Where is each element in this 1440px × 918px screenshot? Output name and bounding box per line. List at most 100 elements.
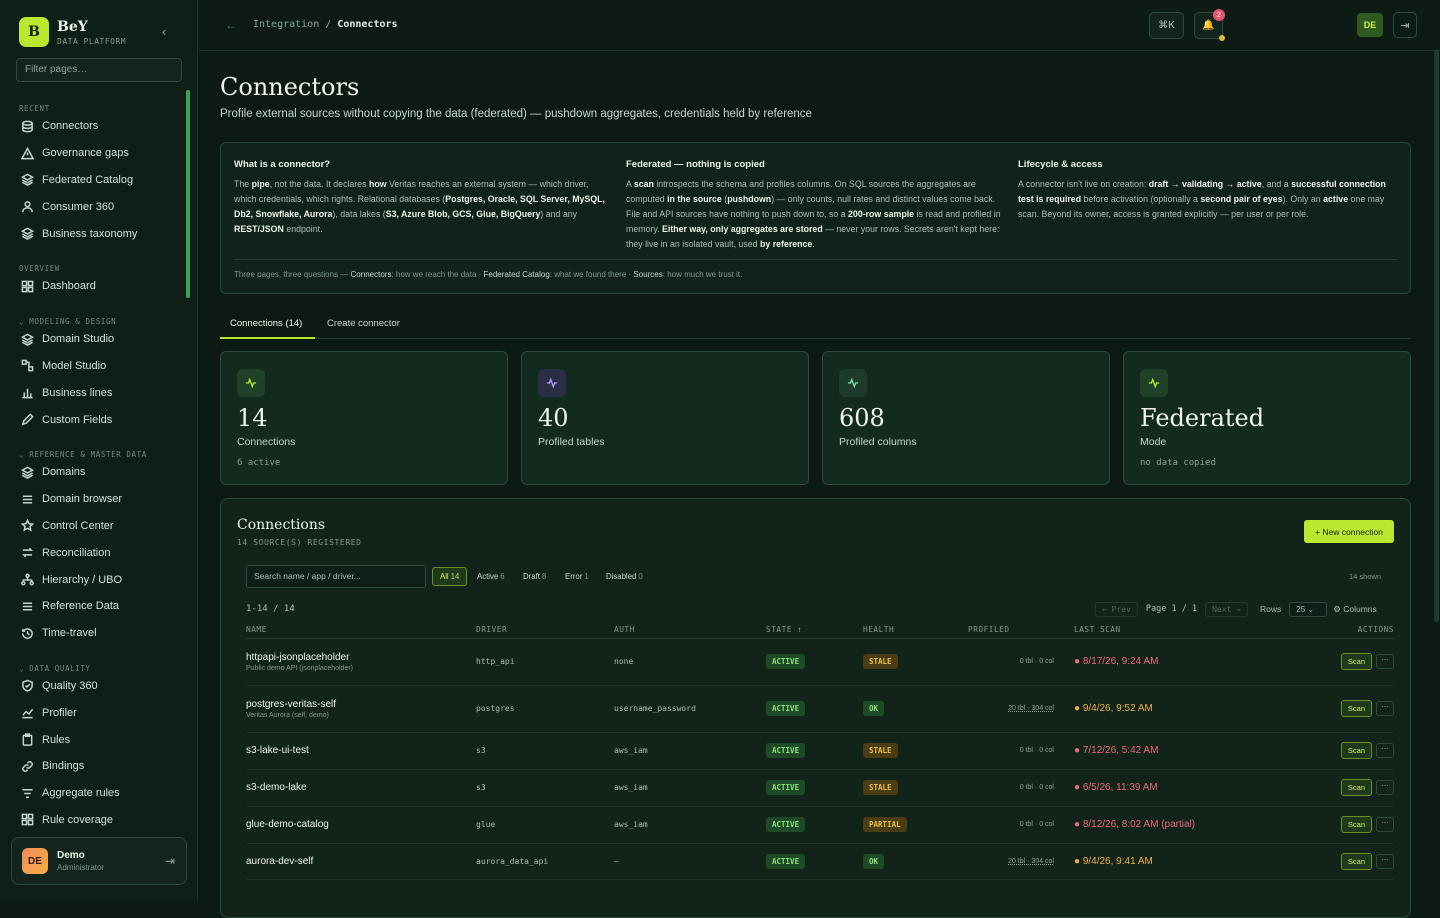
table-row[interactable]: aurora-dev-self aurora_data_api — ACTIVE… <box>246 843 1394 880</box>
star-icon <box>20 519 34 533</box>
column-header[interactable]: PROFILED <box>968 622 1074 639</box>
sidebar-item-federated-catalog[interactable]: Federated Catalog <box>0 167 186 194</box>
column-header[interactable]: LAST SCAN <box>1074 622 1290 639</box>
more-options-icon[interactable]: ··· <box>1376 817 1394 833</box>
table-row[interactable]: glue-demo-catalog glue aws_iam ACTIVE PA… <box>246 806 1394 844</box>
table-row[interactable]: s3-demo-lake s3 aws_iam ACTIVE STALE 0 t… <box>246 769 1394 807</box>
sidebar-item-rule-coverage[interactable]: Rule coverage <box>0 807 186 834</box>
breadcrumb-parent[interactable]: Integration <box>253 19 319 30</box>
user-card[interactable]: DE Demo Administrator ⇥ <box>11 837 187 885</box>
column-header[interactable]: DRIVER <box>476 622 614 639</box>
search-input[interactable]: Search name / app / driver... <box>246 565 426 588</box>
new-connection-button[interactable]: + New connection <box>1304 520 1394 543</box>
rows-select[interactable]: 25 ⌄ <box>1289 601 1328 617</box>
sidebar-item-hierarchy-ubo[interactable]: Hierarchy / UBO <box>0 566 186 593</box>
sidebar-item-label: Reconciliation <box>42 546 111 559</box>
bell-icon: 🔔 <box>1202 20 1215 31</box>
sidebar-section-label[interactable]: ⌄ DATA QUALITY <box>0 655 186 673</box>
sidebar-item-business-taxonomy[interactable]: Business taxonomy <box>0 220 186 247</box>
sidebar-item-aggregate-rules[interactable]: Aggregate rules <box>0 780 186 807</box>
filter-chip-all[interactable]: All 14 <box>432 567 468 586</box>
more-options-icon[interactable]: ··· <box>1376 701 1394 717</box>
sidebar-item-reconciliation[interactable]: Reconciliation <box>0 539 186 566</box>
health-badge: OK <box>863 701 885 716</box>
scan-button[interactable]: Scan <box>1340 816 1372 833</box>
filter-pages-input[interactable]: Filter pages… <box>16 58 182 82</box>
filter-chip-error[interactable]: Error 1 <box>558 567 596 586</box>
sidebar-item-time-travel[interactable]: Time-travel <box>0 620 186 647</box>
sidebar-item-connectors[interactable]: Connectors <box>0 113 186 140</box>
sidebar-section-label[interactable]: ⌄ REFERENCE & MASTER DATA <box>0 441 186 459</box>
scan-button[interactable]: Scan <box>1340 779 1372 796</box>
sidebar-item-reference-data[interactable]: Reference Data <box>0 593 186 620</box>
sidebar-item-rules[interactable]: Rules <box>0 726 186 753</box>
sidebar-item-dashboard[interactable]: Dashboard <box>0 273 186 300</box>
table-row[interactable]: postgres-veritas-self Veritas Aurora (sel… <box>246 685 1394 733</box>
last-scan-cell: ● 8/17/26, 9:24 AM <box>1074 638 1290 686</box>
main-scrollbar[interactable] <box>1434 50 1439 622</box>
more-options-icon[interactable]: ··· <box>1376 853 1394 869</box>
sidebar-item-business-lines[interactable]: Business lines <box>0 379 186 406</box>
connection-name-cell[interactable]: aurora-dev-self <box>246 843 476 880</box>
page-title: Connectors <box>220 73 360 101</box>
notification-count-badge: 2 <box>1213 9 1225 21</box>
sidebar-item-quality-360[interactable]: Quality 360 <box>0 673 186 700</box>
sidebar-item-domains[interactable]: Domains <box>0 459 186 486</box>
stat-value: 608 <box>839 404 885 432</box>
user-avatar-button[interactable]: DE <box>1357 13 1383 37</box>
brand-name: BeY <box>57 18 88 35</box>
connection-name-cell[interactable]: glue-demo-catalog <box>246 806 476 844</box>
filter-chip-active[interactable]: Active 6 <box>470 567 512 586</box>
profiled-cell[interactable]: 20 tbl · 304 col <box>968 685 1074 733</box>
profiled-cell[interactable]: 20 tbl · 304 col <box>968 843 1074 880</box>
sidebar-item-custom-fields[interactable]: Custom Fields <box>0 406 186 433</box>
bar-chart-icon <box>20 386 34 400</box>
brand[interactable]: B BeY DATA PLATFORM <box>19 17 126 47</box>
connection-name-cell[interactable]: httpapi-jsonplaceholder Public demo API (… <box>246 638 476 686</box>
exit-icon[interactable]: ⇥ <box>1393 12 1417 38</box>
sidebar-scrollbar[interactable] <box>186 90 190 298</box>
filter-chip-draft[interactable]: Draft 8 <box>516 567 553 586</box>
more-options-icon[interactable]: ··· <box>1376 654 1394 670</box>
sidebar-item-control-center[interactable]: Control Center <box>0 513 186 540</box>
column-header[interactable]: NAME <box>246 622 476 639</box>
sidebar-item-governance-gaps[interactable]: Governance gaps <box>0 140 186 167</box>
sidebar-section-label[interactable]: ⌄ MODELING & DESIGN <box>0 308 186 326</box>
avatar: DE <box>22 848 48 874</box>
columns-button[interactable]: ⚙ Columns <box>1333 604 1377 615</box>
table-row[interactable]: httpapi-jsonplaceholder Public demo API (… <box>246 638 1394 686</box>
sidebar: B BeY DATA PLATFORM ‹ Filter pages… RECE… <box>0 0 198 900</box>
prev-button[interactable]: ← Prev <box>1095 601 1138 617</box>
sidebar-item-domain-studio[interactable]: Domain Studio <box>0 326 186 353</box>
more-options-icon[interactable]: ··· <box>1376 780 1394 796</box>
more-options-icon[interactable]: ··· <box>1376 743 1394 759</box>
connection-name-cell[interactable]: s3-lake-ui-test <box>246 732 476 770</box>
back-arrow-icon[interactable]: ← <box>225 18 237 32</box>
sidebar-item-consumer-360[interactable]: Consumer 360 <box>0 193 186 220</box>
scan-button[interactable]: Scan <box>1340 653 1372 670</box>
scan-button[interactable]: Scan <box>1340 742 1372 759</box>
connection-name-cell[interactable]: postgres-veritas-self Veritas Aurora (sel… <box>246 685 476 733</box>
line-chart-icon <box>20 706 34 720</box>
column-header[interactable]: ACTIONS <box>1290 622 1394 639</box>
column-header[interactable]: STATE ↑ <box>766 622 863 639</box>
stat-card: 14 Connections 6 active <box>220 351 508 485</box>
sidebar-item-model-studio[interactable]: Model Studio <box>0 353 186 380</box>
breadcrumb-separator: / <box>325 19 332 30</box>
next-button[interactable]: Next → <box>1205 601 1248 617</box>
column-header[interactable]: HEALTH <box>863 622 968 639</box>
command-palette-button[interactable]: ⌘K <box>1149 12 1184 39</box>
sidebar-item-bindings[interactable]: Bindings <box>0 753 186 780</box>
sidebar-item-profiler[interactable]: Profiler <box>0 699 186 726</box>
tab-create-connector[interactable]: Create connector <box>327 318 400 329</box>
column-header[interactable]: AUTH <box>614 622 766 639</box>
scan-button[interactable]: Scan <box>1340 852 1372 870</box>
connection-name-cell[interactable]: s3-demo-lake <box>246 769 476 807</box>
collapse-sidebar-icon[interactable]: ‹ <box>162 24 166 39</box>
sidebar-item-domain-browser[interactable]: Domain browser <box>0 486 186 513</box>
logout-icon[interactable]: ⇥ <box>165 854 175 868</box>
table-row[interactable]: s3-lake-ui-test s3 aws_iam ACTIVE STALE … <box>246 732 1394 770</box>
filter-chip-disabled[interactable]: Disabled 0 <box>599 567 650 586</box>
scan-button[interactable]: Scan <box>1340 700 1372 717</box>
tab-connections[interactable]: Connections (14) <box>230 318 302 329</box>
